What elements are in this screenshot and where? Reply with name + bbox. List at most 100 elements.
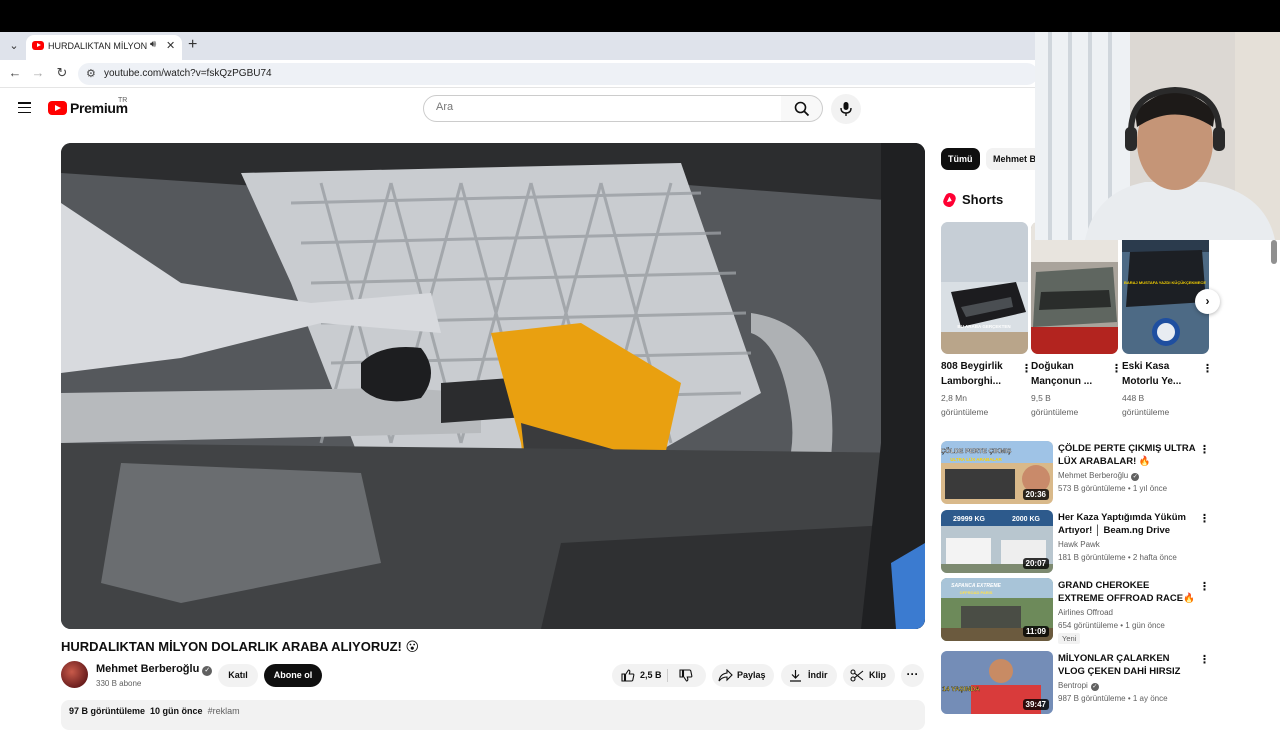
view-count: 97 B görüntüleme: [69, 706, 146, 716]
short-views: 2,8 Mn görüntüleme: [941, 391, 1021, 419]
url-text: youtube.com/watch?v=fskQzPGBU74: [104, 68, 272, 79]
new-badge: Yeni: [1058, 633, 1081, 644]
like-button[interactable]: 2,5 B: [612, 664, 667, 687]
recommendation-item[interactable]: 29999 KG 2000 KG 20:07 Her Kaza Yaptığım…: [941, 510, 1211, 573]
shorts-icon: [941, 191, 958, 209]
forward-icon[interactable]: →: [30, 65, 46, 80]
dislike-button[interactable]: [668, 664, 706, 687]
new-tab-icon[interactable]: +: [188, 36, 197, 54]
recommendation-channel[interactable]: Bentropi: [1058, 681, 1088, 690]
short-item[interactable]: BU ARABA GERÇEKTEN 808 Beygirlik Lamborgh…: [941, 222, 1032, 417]
short-views-line1: 448 B: [1122, 393, 1145, 403]
short-views: 9,5 B görüntüleme: [1031, 391, 1111, 419]
recommendation-thumbnail[interactable]: 29999 KG 2000 KG 20:07: [941, 510, 1053, 573]
recommendation-channel[interactable]: Hawk Pawk: [1058, 540, 1100, 549]
voice-search-button[interactable]: [831, 94, 861, 124]
thumbs-down-icon: [679, 669, 693, 682]
description-meta: 97 B görüntüleme 10 gün önce #reklam: [69, 706, 240, 716]
search-box[interactable]: [423, 95, 782, 122]
back-icon[interactable]: ←: [7, 65, 23, 80]
verified-icon: ✓: [1090, 683, 1099, 691]
os-top-bar: [0, 0, 1280, 32]
recommendation-menu-icon[interactable]: ⋮: [1199, 653, 1210, 666]
hashtag[interactable]: #reklam: [208, 706, 240, 716]
short-title: Doğukan Mançonun ...: [1031, 359, 1105, 389]
recommendation-thumbnail[interactable]: 14 YAŞINDA 39:47: [941, 651, 1053, 714]
url-field[interactable]: ⚙ youtube.com/watch?v=fskQzPGBU74: [78, 63, 1038, 85]
speaker-icon[interactable]: 🔊︎: [150, 39, 156, 50]
chip-all[interactable]: Tümü: [941, 148, 980, 170]
search-input[interactable]: [436, 101, 756, 113]
recommendation-thumb-text: SAPANCA EXTREME: [951, 583, 1001, 589]
short-views-line2: görüntüleme: [941, 407, 989, 417]
recommendation-thumb-subtext: OFFROAD PARIS: [960, 590, 993, 595]
page-scrollbar[interactable]: [1271, 240, 1277, 264]
recommendation-thumb-subtext: ULTRA LÜX ARABALAR: [950, 456, 1002, 462]
recommendation-thumb-text: 29999 KG: [953, 516, 985, 523]
subscribe-button[interactable]: Abone ol: [264, 664, 322, 687]
recommendation-channel[interactable]: Airlines Offroad: [1058, 608, 1113, 617]
short-menu-icon[interactable]: ⋮: [1111, 362, 1122, 375]
recommendation-menu-icon[interactable]: ⋮: [1199, 580, 1210, 593]
reload-icon[interactable]: ↻: [54, 65, 70, 81]
recommendation-channel[interactable]: Mehmet Berberoğlu: [1058, 471, 1128, 480]
share-icon: [718, 669, 733, 682]
recommendation-thumbnail[interactable]: SAPANCA EXTREME OFFROAD PARIS 11:09: [941, 578, 1053, 641]
tab-search-icon[interactable]: ⌄: [6, 38, 22, 54]
recommendation-item[interactable]: 14 YAŞINDA 39:47 MİLYONLAR ÇALARKEN VLOG…: [941, 651, 1211, 714]
recommendation-channel-row[interactable]: Bentropi ✓: [1058, 681, 1099, 691]
share-button[interactable]: Paylaş: [712, 664, 774, 687]
recommendation-menu-icon[interactable]: ⋮: [1199, 443, 1210, 456]
browser-tab[interactable]: HURDALIKTAN MİLYON DO 🔊︎ ✕: [26, 35, 182, 60]
video-title: HURDALIKTAN MİLYON DOLARLIK ARABA ALIYOR…: [61, 639, 420, 654]
chevron-right-icon[interactable]: ›: [1195, 289, 1220, 314]
short-title-line1: Doğukan: [1031, 361, 1074, 372]
recommendation-title: GRAND CHEROKEE EXTREME OFFROAD RACE🔥 - S…: [1058, 580, 1195, 604]
site-info-icon[interactable]: ⚙: [86, 67, 96, 80]
video-player[interactable]: [61, 143, 925, 629]
short-item[interactable]: Doğukan Mançonun ... ⋮ 9,5 B görüntüleme: [1031, 222, 1122, 417]
short-thumbnail[interactable]: BU ARABA GERÇEKTEN: [941, 222, 1028, 354]
channel-name-row[interactable]: Mehmet Berberoğlu ✓: [96, 663, 213, 676]
recommendation-item[interactable]: SAPANCA EXTREME OFFROAD PARIS 11:09 GRAN…: [941, 578, 1211, 644]
short-thumbnail[interactable]: [1031, 222, 1118, 354]
short-item[interactable]: BARAJ MUSTAFA YAZDI KÜÇÜKÇEKMECE Eski Ka…: [1122, 222, 1213, 417]
description-box[interactable]: 97 B görüntüleme 10 gün önce #reklam: [61, 700, 925, 730]
short-thumbnail[interactable]: BARAJ MUSTAFA YAZDI KÜÇÜKÇEKMECE: [1122, 222, 1209, 354]
recommendation-channel-row[interactable]: Mehmet Berberoğlu ✓: [1058, 471, 1140, 481]
youtube-favicon-icon: [32, 41, 44, 50]
region-code: TR: [118, 97, 128, 104]
channel-avatar[interactable]: [61, 661, 88, 688]
download-button[interactable]: İndir: [781, 664, 837, 687]
recommendation-menu-icon[interactable]: ⋮: [1199, 512, 1210, 525]
short-views-line1: 2,8 Mn: [941, 393, 967, 403]
short-menu-icon[interactable]: ⋮: [1202, 362, 1213, 375]
clip-label: Klip: [869, 670, 886, 680]
duration-badge: 20:36: [1022, 489, 1049, 500]
search-icon: [794, 101, 810, 117]
download-icon: [790, 670, 801, 682]
search-button[interactable]: [781, 95, 823, 122]
video-frame: [61, 143, 925, 629]
recommendation-title: MİLYONLAR ÇALARKEN VLOG ÇEKEN DAHİ HIRSI…: [1058, 653, 1181, 677]
close-tab-icon[interactable]: ✕: [166, 39, 175, 52]
menu-icon[interactable]: [18, 102, 31, 114]
recommendation-thumb-text: 14 YAŞINDA: [942, 686, 980, 693]
more-actions-icon[interactable]: ···: [901, 664, 924, 687]
youtube-play-icon: [48, 101, 67, 115]
subscriber-count: 330 B abone: [96, 679, 142, 688]
short-title-line1: 808 Beygirlik: [941, 361, 1003, 372]
clip-button[interactable]: Klip: [843, 664, 895, 687]
verified-icon: ✓: [1131, 473, 1140, 481]
duration-badge: 39:47: [1022, 699, 1049, 710]
recommendation-thumbnail[interactable]: ÇÖLDE PERTE ÇIKMIŞ ULTRA LÜX ARABALAR 20…: [941, 441, 1053, 504]
shorts-heading: Shorts: [962, 192, 1004, 207]
channel-name[interactable]: Mehmet Berberoğlu: [96, 663, 199, 675]
tab-title: HURDALIKTAN MİLYON DO: [48, 41, 148, 51]
join-button[interactable]: Katıl: [218, 664, 258, 687]
duration-badge: 11:09: [1022, 626, 1049, 637]
short-title-line2: Mançonun ...: [1031, 376, 1093, 387]
download-label: İndir: [808, 670, 828, 680]
recommendation-item[interactable]: ÇÖLDE PERTE ÇIKMIŞ ULTRA LÜX ARABALAR 20…: [941, 441, 1211, 504]
share-label: Paylaş: [737, 670, 766, 680]
